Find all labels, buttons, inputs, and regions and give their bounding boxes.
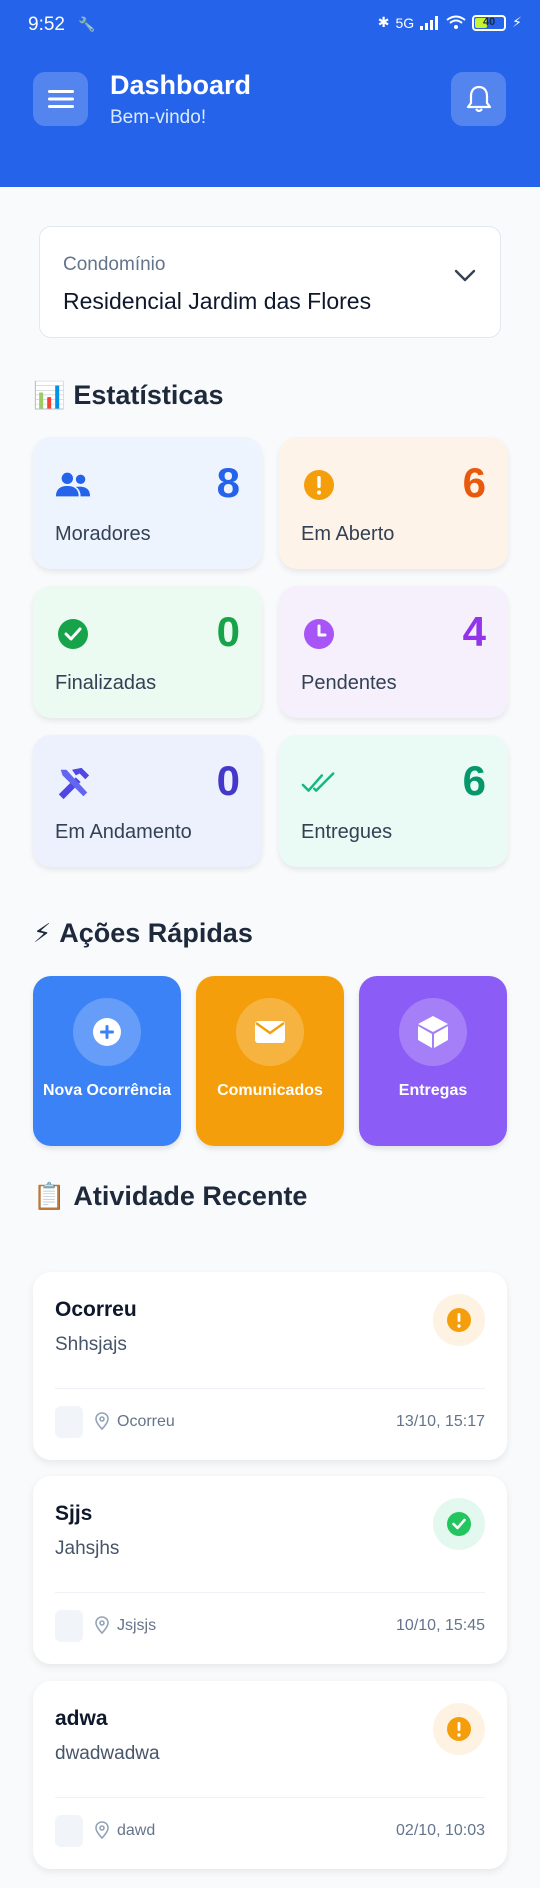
activity-title: Sjjs [55,1502,93,1525]
divider [55,1592,485,1593]
activity-location: Ocorreu [117,1413,175,1430]
check-icon [433,1498,485,1550]
announcements-button[interactable]: Comunicados [196,976,344,1146]
stat-card-pending[interactable]: 4 Pendentes [279,586,508,718]
stat-card-open[interactable]: 6 Em Aberto [279,437,508,569]
location-pin-icon [95,1412,109,1430]
activity-title: Ocorreu [55,1298,137,1321]
clipboard-emoji-icon: 📋 [33,1181,66,1211]
stat-card-residents[interactable]: 8 Moradores [33,437,262,569]
location-pin-icon [95,1616,109,1634]
lightning-emoji-icon: ⚡ [33,918,52,948]
app-header: 9:52 🔧 ✱ 5G 40 ⚡ Dashboard Bem-vindo! [0,0,540,187]
wifi-icon [446,15,466,29]
signal-icon [420,15,439,30]
chart-emoji-icon: 📊 [33,380,66,410]
activity-card[interactable]: adwa dwadwadwa dawd 02/10, 10:03 [33,1681,507,1869]
activity-title: adwa [55,1707,108,1730]
stat-label: Finalizadas [55,672,157,694]
hamburger-icon [47,90,74,108]
activity-card[interactable]: Ocorreu Shhsjajs Ocorreu 13/10, 15:17 [33,1272,507,1460]
activity-time: 02/10, 10:03 [396,1822,485,1839]
battery-icon: 40 [472,14,507,31]
activity-time: 13/10, 15:17 [396,1413,485,1430]
bluetooth-icon: ✱ [377,14,390,30]
envelope-icon [236,998,304,1066]
thumbnail [55,1406,83,1438]
battery-level: 40 [483,15,496,28]
stats-section-title: 📊 Estatísticas [33,380,223,411]
thumbnail [55,1610,83,1642]
quick-actions-title: Ações Rápidas [59,918,253,948]
stat-value: 4 [462,608,486,655]
stat-value: 6 [462,757,486,804]
bell-icon [466,85,491,113]
tools-icon [55,765,91,801]
activity-description: Jahsjhs [55,1538,120,1559]
status-time: 9:52 [28,14,65,35]
new-occurrence-button[interactable]: Nova Ocorrência [33,976,181,1146]
quick-actions-section-title: ⚡ Ações Rápidas [33,918,253,949]
chevron-down-icon [454,269,476,282]
condominium-value: Residencial Jardim das Flores [63,288,372,314]
notifications-button[interactable] [451,72,506,126]
quick-action-label: Comunicados [217,1082,323,1099]
double-check-icon [301,765,337,801]
package-icon [399,998,467,1066]
stat-label: Em Aberto [301,523,395,545]
divider [55,1797,485,1798]
activity-time: 10/10, 15:45 [396,1617,485,1634]
activity-description: Shhsjajs [55,1334,127,1355]
location-pin-icon [95,1821,109,1839]
stat-label: Pendentes [301,672,397,694]
condominium-label: Condomínio [63,254,166,275]
stat-value: 8 [216,459,240,506]
activity-section-title: 📋 Atividade Recente [33,1181,307,1212]
clock-icon [301,616,337,652]
stat-value: 0 [216,757,240,804]
users-icon [55,467,91,503]
stat-value: 0 [216,608,240,655]
condominium-select[interactable]: Condomínio Residencial Jardim das Flores [39,226,501,338]
stat-card-finished[interactable]: 0 Finalizadas [33,586,262,718]
divider [55,1388,485,1389]
charging-icon: ⚡ [512,14,522,30]
plus-circle-icon [73,998,141,1066]
menu-button[interactable] [33,72,88,126]
stat-label: Em Andamento [55,821,192,843]
stats-title: Estatísticas [73,380,224,410]
page-title: Dashboard [110,70,252,100]
quick-action-label: Entregas [398,1082,468,1099]
deliveries-button[interactable]: Entregas [359,976,507,1146]
activity-location: dawd [117,1822,156,1839]
stat-label: Moradores [55,523,151,545]
check-circle-icon [55,616,91,652]
stat-value: 6 [462,459,486,506]
stat-label: Entregues [301,821,393,843]
alert-icon [433,1294,485,1346]
activity-card[interactable]: Sjjs Jahsjhs Jsjsjs 10/10, 15:45 [33,1476,507,1664]
stat-card-delivered[interactable]: 6 Entregues [279,735,508,867]
activity-title: Atividade Recente [73,1181,308,1211]
alert-circle-icon [301,467,337,503]
page-subtitle: Bem-vindo! [110,107,207,128]
alert-icon [433,1703,485,1755]
quick-action-label: Nova Ocorrência [42,1082,172,1099]
wrench-icon: 🔧 [78,16,96,32]
activity-description: dwadwadwa [55,1743,160,1764]
stat-card-in-progress[interactable]: 0 Em Andamento [33,735,262,867]
activity-location: Jsjsjs [117,1617,157,1634]
network-label: 5G [395,14,415,31]
status-icons: ✱ 5G 40 ⚡ [378,14,522,31]
status-bar: 9:52 🔧 ✱ 5G 40 ⚡ [0,0,540,50]
thumbnail [55,1815,83,1847]
